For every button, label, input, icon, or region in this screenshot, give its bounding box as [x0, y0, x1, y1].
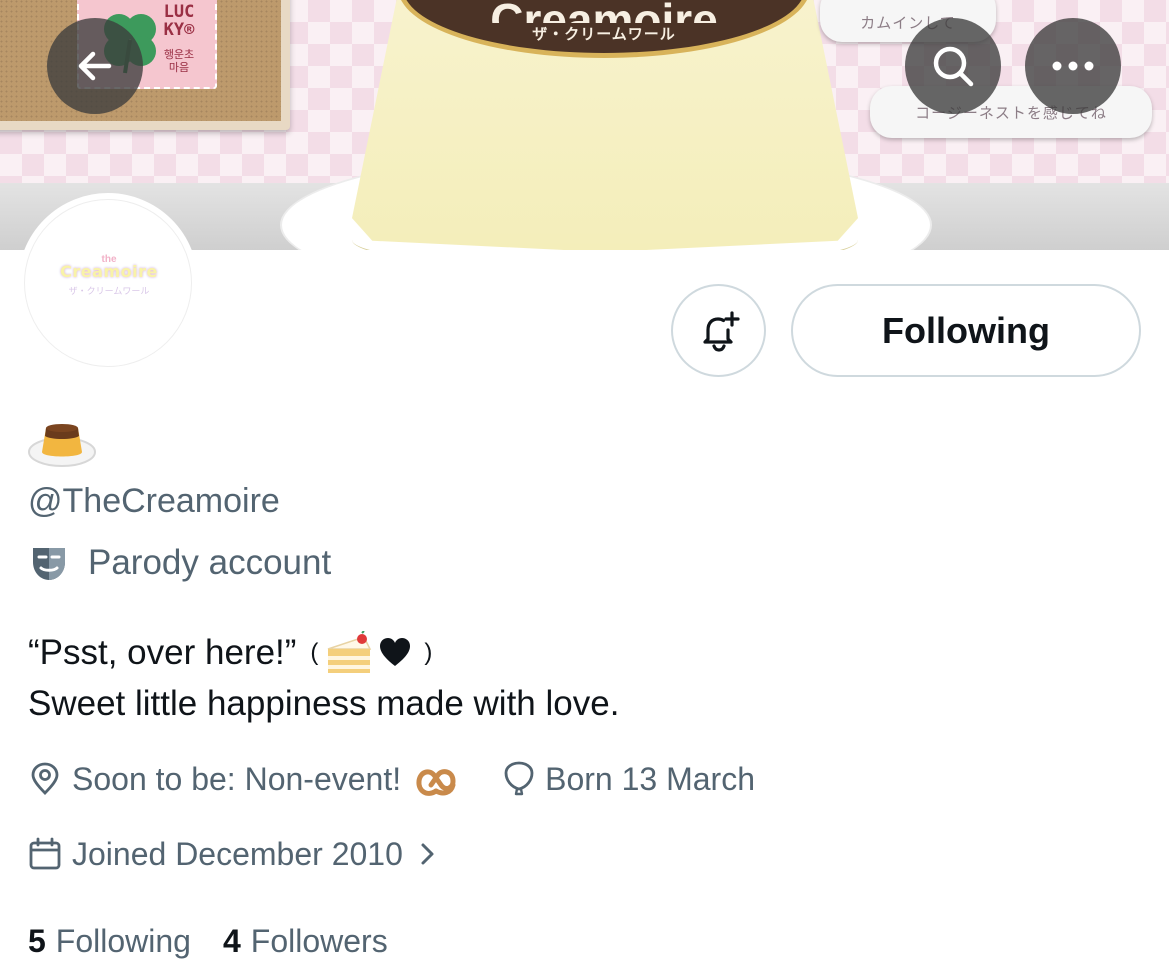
- notifications-subscribe-button[interactable]: [671, 284, 766, 377]
- profile-avatar[interactable]: the Creamoire ザ・クリームワール: [18, 193, 198, 373]
- bio-paren-open: (: [310, 639, 319, 666]
- theater-mask-icon: [33, 548, 65, 580]
- avatar-logo-text: Creamoire: [60, 262, 158, 281]
- profile-banner[interactable]: LUC KY® 행운초 마음 Creamoire ザ・クリームワール カムインし…: [0, 0, 1169, 250]
- banner-pudding-subtitle: ザ・クリームワール: [532, 26, 676, 43]
- joined-text: Joined December 2010: [72, 835, 403, 872]
- location-pin-icon: [31, 762, 59, 795]
- black-heart-icon: [380, 638, 411, 666]
- back-button[interactable]: [47, 18, 143, 114]
- bell-plus-icon: [702, 310, 740, 352]
- balloon-icon: [504, 761, 534, 796]
- avatar-image: the Creamoire ザ・クリームワール: [24, 199, 192, 367]
- following-count-label: Following: [55, 922, 191, 959]
- bio-line-1: “Psst, over here!” ( ): [28, 628, 438, 678]
- parody-account-label: Parody account: [28, 540, 331, 586]
- pudding-emoji-icon: [28, 424, 96, 467]
- followers-count-link[interactable]: 4 Followers: [223, 923, 388, 960]
- calendar-icon: [29, 837, 61, 870]
- joined-item: Joined December 2010: [28, 836, 441, 873]
- more-options-button[interactable]: [1025, 18, 1121, 114]
- cake-emoji-icon: [328, 631, 372, 673]
- pretzel-emoji-icon: [416, 769, 456, 796]
- birthday-text: Born 13 March: [545, 760, 755, 797]
- bio-line-2: Sweet little happiness made with love.: [28, 684, 620, 723]
- location-item: Soon to be: Non-event!: [28, 761, 457, 798]
- more-dots-icon: [1052, 61, 1094, 71]
- stamp-lucky-text: LUC KY®: [163, 2, 195, 40]
- chevron-right-icon: [421, 843, 434, 865]
- profile-handle: @TheCreamoire: [28, 482, 280, 520]
- bio-quote-text: “Psst, over here!”: [28, 633, 297, 672]
- following-count: 5: [28, 922, 46, 959]
- birthday-item: Born 13 March: [503, 761, 755, 798]
- arrow-left-icon: [78, 51, 112, 81]
- profile-meta-row: Soon to be: Non-event! Born 13 March: [28, 756, 755, 802]
- follow-stats: 5 Following 4 Followers: [28, 918, 388, 964]
- followers-count: 4: [222, 922, 241, 959]
- joined-date-link[interactable]: Joined December 2010: [28, 831, 441, 877]
- following-button[interactable]: Following: [791, 284, 1141, 377]
- following-count-link[interactable]: 5 Following: [28, 923, 191, 960]
- bio-paren-close: ): [424, 639, 433, 666]
- followers-count-label: Followers: [250, 922, 388, 959]
- search-icon: [933, 46, 974, 87]
- avatar-logo-subtext: ザ・クリームワール: [68, 286, 150, 296]
- banner-pudding-title: Creamoire: [403, 0, 805, 23]
- stamp-korean-text: 행운초 마음: [163, 49, 195, 74]
- parody-account-text: Parody account: [88, 543, 332, 582]
- search-button[interactable]: [905, 18, 1001, 114]
- location-text: Soon to be: Non-event!: [72, 760, 402, 797]
- banner-corkboard: LUC KY® 행운초 마음: [0, 0, 290, 130]
